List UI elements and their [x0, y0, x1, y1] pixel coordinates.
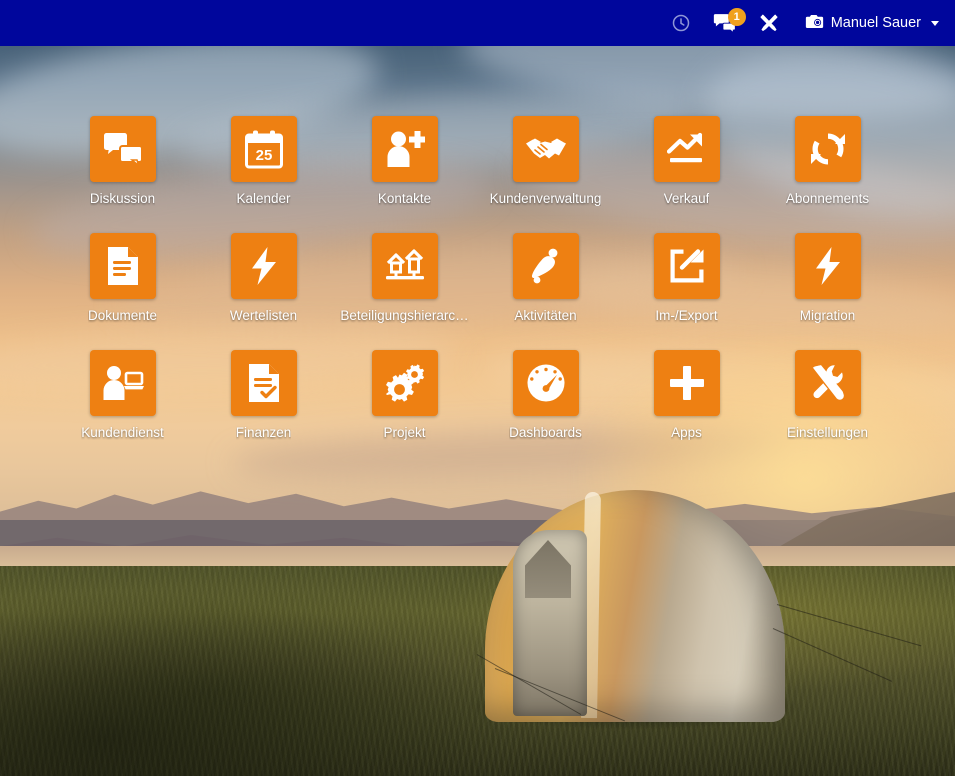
chevron-down-icon [931, 20, 939, 26]
app-tile-label: Kundenverwaltung [489, 191, 602, 206]
clock-icon [659, 13, 703, 33]
app-tile-abonnements[interactable]: Abonnements [757, 116, 898, 206]
bell-icon[interactable] [512, 233, 579, 299]
app-tile-einstellungen[interactable]: Einstellungen [757, 350, 898, 440]
calendar-25-icon[interactable]: 25 [230, 116, 297, 182]
refresh-sync-icon[interactable] [794, 116, 861, 182]
app-tile-im-export[interactable]: Im-/Export [616, 233, 757, 323]
document-lines-icon[interactable] [89, 233, 156, 299]
app-tile-kontakte[interactable]: Kontakte [334, 116, 475, 206]
camera-avatar-icon [805, 14, 824, 33]
app-tile-beteiligungshierarc[interactable]: Beteiligungshierarc… [334, 233, 475, 323]
chat-bubbles-icon[interactable] [89, 116, 156, 182]
handshake-icon[interactable] [512, 116, 579, 182]
person-plus-icon[interactable] [371, 116, 438, 182]
hierarchy-houses-icon[interactable] [371, 233, 438, 299]
top-navigation-bar: 1 Manuel Sauer [0, 0, 955, 46]
app-tile-finanzen[interactable]: Finanzen [193, 350, 334, 440]
app-grid-row: Dokumente Wertelisten Beteiligungshierar… [0, 233, 955, 323]
trend-up-arrow-icon[interactable] [653, 116, 720, 182]
user-menu[interactable]: Manuel Sauer [791, 0, 943, 46]
chat-unread-badge: 1 [727, 8, 746, 26]
document-check-icon[interactable] [230, 350, 297, 416]
app-tile-projekt[interactable]: Projekt [334, 350, 475, 440]
tools-button[interactable] [747, 0, 791, 46]
app-tile-kalender[interactable]: 25 Kalender [193, 116, 334, 206]
external-link-icon[interactable] [653, 233, 720, 299]
app-tile-label: Finanzen [235, 425, 292, 440]
app-tile-apps[interactable]: Apps [616, 350, 757, 440]
tent [455, 478, 922, 730]
app-tile-kundenverwaltung[interactable]: Kundenverwaltung [475, 116, 616, 206]
app-tile-label: Kalender [236, 191, 291, 206]
app-tile-verkauf[interactable]: Verkauf [616, 116, 757, 206]
lightning-bolt-icon[interactable] [794, 233, 861, 299]
app-grid-row: Diskussion 25 Kalender Kontakte Kundenve… [0, 116, 955, 206]
app-tile-label: Apps [671, 425, 702, 440]
app-tile-label: Diskussion [89, 191, 156, 206]
app-tile-label: Dokumente [87, 308, 158, 323]
app-tile-label: Migration [799, 308, 856, 323]
app-tile-wertelisten[interactable]: Wertelisten [193, 233, 334, 323]
app-tile-dokumente[interactable]: Dokumente [52, 233, 193, 323]
tools-icon [747, 13, 791, 33]
app-tile-migration[interactable]: Migration [757, 233, 898, 323]
app-tile-aktivitäten[interactable]: Aktivitäten [475, 233, 616, 323]
app-tile-label: Im-/Export [655, 308, 718, 323]
app-tile-label: Dashboards [509, 425, 582, 440]
app-tile-diskussion[interactable]: Diskussion [52, 116, 193, 206]
svg-text:25: 25 [255, 147, 272, 164]
app-launcher-grid: Diskussion 25 Kalender Kontakte Kundenve… [0, 46, 955, 467]
activity-clock-button[interactable] [659, 0, 703, 46]
app-tile-kundendienst[interactable]: Kundendienst [52, 350, 193, 440]
chat-button[interactable]: 1 [703, 0, 747, 46]
wrench-screwdriver-icon[interactable] [794, 350, 861, 416]
app-tile-label: Beteiligungshierarc… [340, 308, 469, 323]
app-tile-label: Verkauf [663, 191, 710, 206]
gears-icon[interactable] [371, 350, 438, 416]
app-grid-row: Kundendienst Finanzen Projekt Dashboards… [0, 350, 955, 440]
app-tile-label: Kundendienst [81, 425, 164, 440]
app-tile-label: Aktivitäten [514, 308, 577, 323]
app-tile-label: Abonnements [785, 191, 870, 206]
app-tile-dashboards[interactable]: Dashboards [475, 350, 616, 440]
app-tile-label: Wertelisten [229, 308, 298, 323]
plus-icon[interactable] [653, 350, 720, 416]
user-name-label: Manuel Sauer [830, 15, 921, 31]
gauge-icon[interactable] [512, 350, 579, 416]
app-tile-label: Projekt [383, 425, 426, 440]
lightning-bolt-icon[interactable] [230, 233, 297, 299]
person-laptop-icon[interactable] [89, 350, 156, 416]
app-tile-label: Kontakte [377, 191, 432, 206]
meadow-shadow [0, 586, 526, 776]
app-tile-label: Einstellungen [786, 425, 869, 440]
